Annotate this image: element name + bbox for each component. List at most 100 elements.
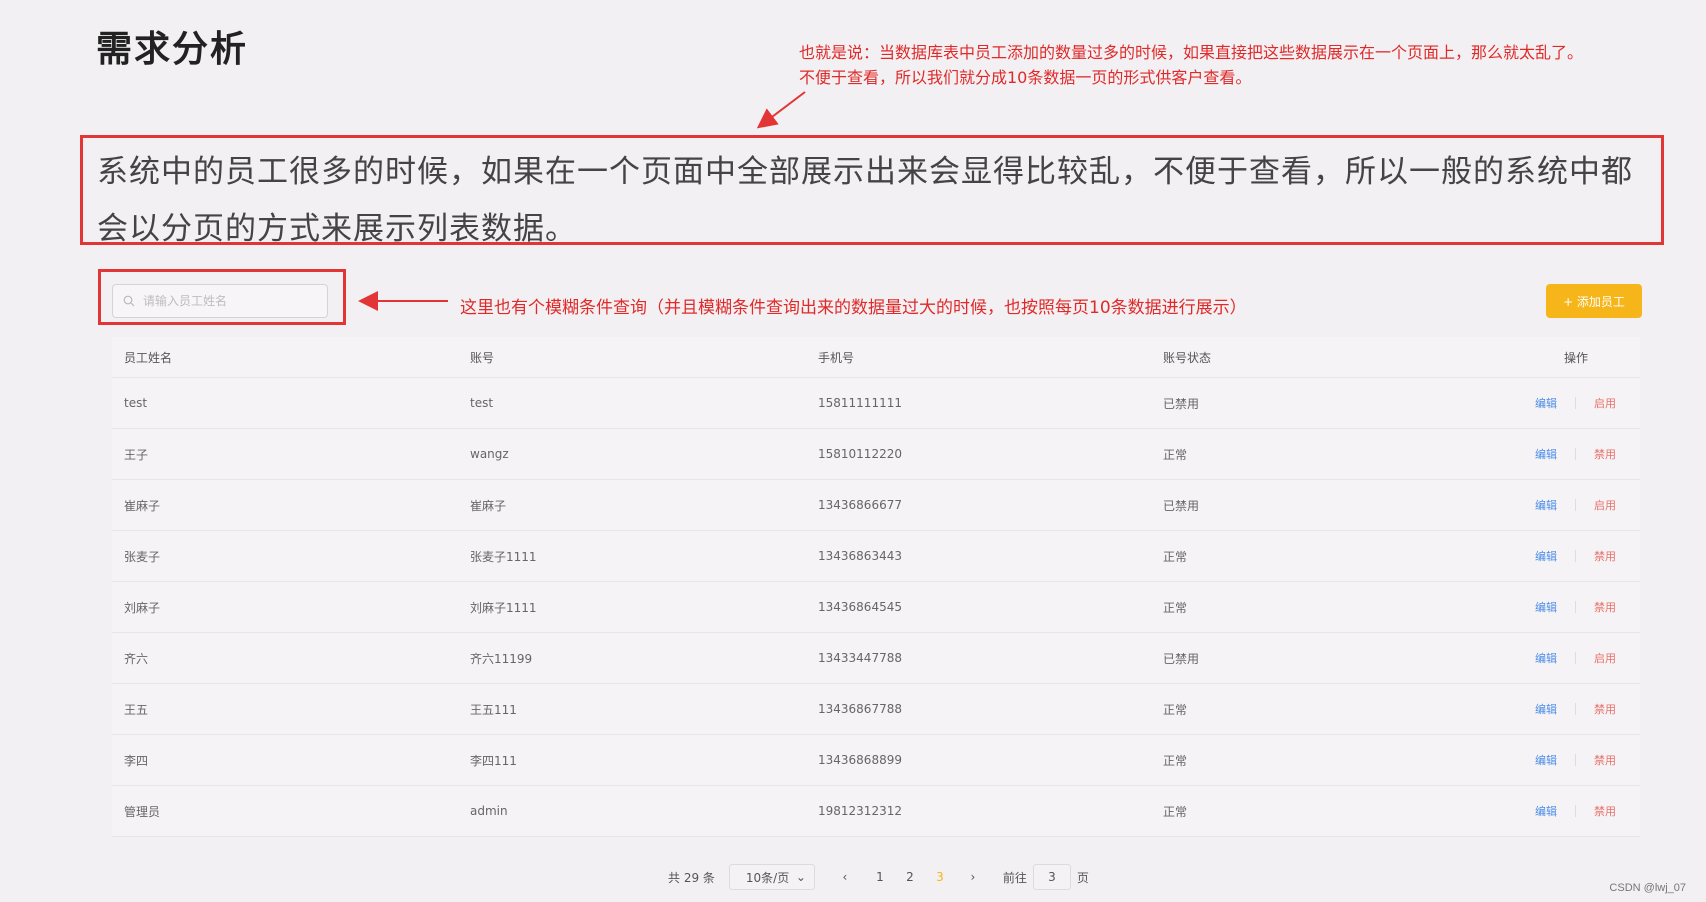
page-heading: 需求分析 [96, 29, 249, 70]
page-number-2[interactable]: 2 [895, 870, 925, 884]
table-header: 员工姓名 账号 手机号 账号状态 操作 [112, 337, 1640, 378]
cell-status: 已禁用 [1163, 498, 1200, 513]
toggle-status-link[interactable]: 禁用 [1594, 446, 1616, 462]
goto-page-input[interactable] [1032, 864, 1071, 890]
search-input[interactable] [141, 293, 315, 309]
cell-status: 正常 [1163, 702, 1188, 717]
intro-text: 系统中的员工很多的时候，如果在一个页面中全部展示出来会显得比较乱，不便于查看，所… [97, 154, 1633, 245]
next-page-button[interactable]: › [967, 870, 979, 884]
header-name: 员工姓名 [124, 350, 173, 365]
edit-link[interactable]: 编辑 [1535, 650, 1557, 666]
pagination: 共 29 条 10条/页 ⌄ ‹ 1 2 3 › 前往 页 [668, 862, 1089, 892]
toggle-status-link[interactable]: 禁用 [1594, 599, 1616, 615]
cell-account: 张麦子1111 [470, 549, 537, 564]
header-account: 账号 [470, 350, 495, 365]
cell-phone: 15810112220 [818, 447, 902, 461]
action-divider [1575, 499, 1576, 511]
annotation-top-line1: 也就是说：当数据库表中员工添加的数量过多的时候，如果直接把这些数据展示在一个页面… [799, 43, 1584, 62]
cell-actions: 编辑 启用 [1511, 395, 1640, 411]
cell-name: test [124, 396, 148, 410]
add-employee-button[interactable]: + 添加员工 [1546, 284, 1642, 318]
action-divider [1575, 601, 1576, 613]
page-size-select[interactable]: 10条/页 ⌄ [728, 864, 815, 890]
cell-account: test [470, 396, 494, 410]
cell-phone: 13436867788 [818, 702, 902, 716]
cell-phone: 13436863443 [818, 549, 902, 563]
intro-highlight-box: 系统中的员工很多的时候，如果在一个页面中全部展示出来会显得比较乱，不便于查看，所… [80, 135, 1664, 245]
goto-label: 前往 [1002, 870, 1027, 885]
cell-status: 正常 [1163, 600, 1188, 615]
table-row: 管理员 admin 19812312312 正常 编辑 禁用 [112, 786, 1640, 837]
cell-account: wangz [470, 447, 509, 461]
edit-link[interactable]: 编辑 [1535, 548, 1557, 564]
table-row: 王五 王五111 13436867788 正常 编辑 禁用 [112, 684, 1640, 735]
cell-account: 刘麻子1111 [470, 600, 537, 615]
edit-link[interactable]: 编辑 [1535, 395, 1557, 411]
cell-actions: 编辑 禁用 [1511, 446, 1640, 462]
cell-actions: 编辑 启用 [1511, 497, 1640, 513]
toggle-status-link[interactable]: 禁用 [1594, 701, 1616, 717]
search-icon [123, 295, 135, 307]
arrow-to-intro [756, 91, 806, 129]
table-row: test test 15811111111 已禁用 编辑 启用 [112, 378, 1640, 429]
watermark: CSDN @lwj_07 [1609, 882, 1686, 894]
page-number-3[interactable]: 3 [925, 870, 955, 884]
cell-phone: 13433447788 [818, 651, 902, 665]
edit-link[interactable]: 编辑 [1535, 803, 1557, 819]
toggle-status-link[interactable]: 禁用 [1594, 548, 1616, 564]
toggle-status-link[interactable]: 启用 [1594, 497, 1616, 513]
cell-status: 已禁用 [1163, 651, 1200, 666]
edit-link[interactable]: 编辑 [1535, 497, 1557, 513]
cell-status: 正常 [1163, 447, 1188, 462]
cell-status: 已禁用 [1163, 396, 1200, 411]
action-divider [1575, 550, 1576, 562]
cell-status: 正常 [1163, 753, 1188, 768]
annotation-top-line2: 不便于查看，所以我们就分成10条数据一页的形式供客户查看。 [799, 68, 1252, 87]
action-divider [1575, 448, 1576, 460]
table-row: 齐六 齐六11199 13433447788 已禁用 编辑 启用 [112, 633, 1640, 684]
edit-link[interactable]: 编辑 [1535, 752, 1557, 768]
cell-phone: 13436864545 [818, 600, 902, 614]
cell-name: 齐六 [124, 651, 149, 666]
cell-actions: 编辑 启用 [1511, 650, 1640, 666]
cell-name: 王五 [124, 702, 149, 717]
table-body: test test 15811111111 已禁用 编辑 启用 王子 wangz 1581011… [112, 378, 1640, 837]
toggle-status-link[interactable]: 启用 [1594, 650, 1616, 666]
edit-link[interactable]: 编辑 [1535, 701, 1557, 717]
pagination-total: 共 29 条 [668, 870, 715, 885]
prev-page-button[interactable]: ‹ [839, 870, 851, 884]
cell-account: 王五111 [470, 702, 517, 717]
toggle-status-link[interactable]: 禁用 [1594, 752, 1616, 768]
action-divider [1575, 703, 1576, 715]
page-number-1[interactable]: 1 [865, 870, 895, 884]
cell-name: 李四 [124, 753, 149, 768]
cell-name: 王子 [124, 447, 149, 462]
action-divider [1575, 397, 1576, 409]
cell-name: 张麦子 [124, 549, 161, 564]
cell-phone: 19812312312 [818, 804, 902, 818]
cell-actions: 编辑 禁用 [1511, 752, 1640, 768]
search-field[interactable] [112, 284, 328, 318]
toggle-status-link[interactable]: 启用 [1594, 395, 1616, 411]
cell-actions: 编辑 禁用 [1511, 701, 1640, 717]
edit-link[interactable]: 编辑 [1535, 599, 1557, 615]
cell-name: 崔麻子 [124, 498, 161, 513]
chevron-down-icon: ⌄ [795, 870, 806, 884]
table-row: 崔麻子 崔麻子 13436866677 已禁用 编辑 启用 [112, 480, 1640, 531]
annotation-top: 也就是说：当数据库表中员工添加的数量过多的时候，如果直接把这些数据展示在一个页面… [799, 40, 1679, 90]
cell-phone: 13436868899 [818, 753, 902, 767]
cell-phone: 13436866677 [818, 498, 902, 512]
cell-actions: 编辑 禁用 [1511, 803, 1640, 819]
action-divider [1575, 652, 1576, 664]
cell-account: 崔麻子 [470, 498, 507, 513]
header-actions: 操作 [1563, 350, 1588, 365]
action-divider [1575, 754, 1576, 766]
toggle-status-link[interactable]: 禁用 [1594, 803, 1616, 819]
cell-account: 齐六11199 [470, 651, 533, 666]
header-status: 账号状态 [1163, 350, 1212, 365]
table-row: 张麦子 张麦子1111 13436863443 正常 编辑 禁用 [112, 531, 1640, 582]
edit-link[interactable]: 编辑 [1535, 446, 1557, 462]
cell-account: admin [470, 804, 508, 818]
table-row: 刘麻子 刘麻子1111 13436864545 正常 编辑 禁用 [112, 582, 1640, 633]
cell-phone: 15811111111 [818, 396, 902, 410]
